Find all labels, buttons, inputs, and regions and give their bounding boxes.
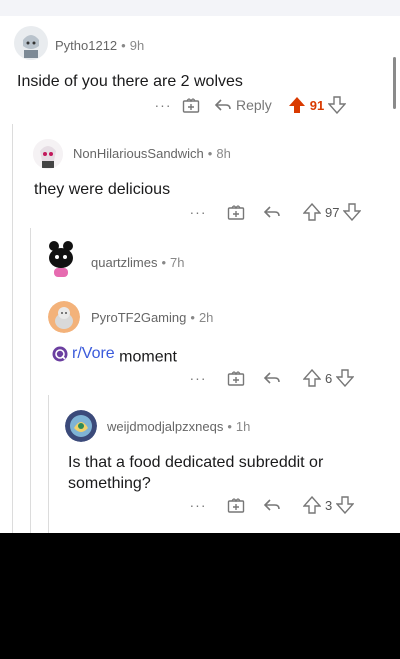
downvote-icon[interactable] bbox=[343, 203, 362, 221]
upvote-icon[interactable] bbox=[303, 496, 321, 514]
avatar[interactable] bbox=[48, 301, 80, 333]
comment-author[interactable]: Pytho1212 bbox=[55, 38, 117, 53]
upvote-icon[interactable] bbox=[288, 96, 306, 114]
upvote-icon[interactable] bbox=[303, 203, 321, 221]
reply-arrow-icon bbox=[214, 99, 231, 111]
reply-arrow-icon[interactable] bbox=[263, 498, 281, 512]
letterbox-area bbox=[0, 533, 400, 659]
more-button[interactable]: ··· bbox=[150, 97, 176, 113]
avatar[interactable] bbox=[33, 139, 63, 169]
comment-age: 8h bbox=[216, 146, 231, 161]
separator: • bbox=[121, 38, 126, 53]
comment-author[interactable]: PyroTF2Gaming bbox=[91, 310, 186, 325]
avatar[interactable] bbox=[44, 240, 78, 278]
downvote-icon[interactable] bbox=[328, 96, 347, 114]
comment-body: they were delicious bbox=[34, 181, 171, 198]
comment-body-line: Is that a food dedicated subreddit or bbox=[68, 454, 324, 471]
comment-body-line: something? bbox=[68, 475, 151, 492]
more-button[interactable]: ··· bbox=[185, 497, 211, 513]
reply-button[interactable]: Reply bbox=[214, 97, 272, 113]
more-button[interactable]: ··· bbox=[185, 204, 211, 220]
thread-line[interactable] bbox=[30, 228, 31, 533]
comment-age: 7h bbox=[170, 255, 185, 270]
downvote-icon[interactable] bbox=[336, 369, 355, 387]
thread-line[interactable] bbox=[12, 124, 13, 533]
status-strip bbox=[0, 0, 400, 16]
award-icon[interactable] bbox=[176, 97, 206, 113]
reply-arrow-icon[interactable] bbox=[263, 371, 281, 385]
award-icon[interactable] bbox=[221, 497, 251, 513]
comment-author[interactable]: NonHilariousSandwich bbox=[73, 146, 204, 161]
comment-body: Inside of you there are 2 wolves bbox=[17, 73, 243, 90]
subreddit-icon bbox=[52, 346, 68, 361]
thread-line[interactable] bbox=[48, 395, 49, 533]
comment-author[interactable]: quartzlimes bbox=[91, 255, 157, 270]
comment-thread: Pytho1212 • 9h Inside of you there are 2… bbox=[0, 0, 400, 533]
comment-age: 2h bbox=[198, 310, 214, 325]
vote-score: 3 bbox=[325, 497, 333, 513]
comment-body: r/Vore moment bbox=[52, 343, 177, 368]
vote-score: 6 bbox=[325, 370, 333, 386]
vote-score: 91 bbox=[309, 97, 325, 113]
award-icon[interactable] bbox=[221, 370, 251, 386]
reply-arrow-icon[interactable] bbox=[263, 205, 281, 219]
subreddit-name[interactable]: r/Vore bbox=[72, 343, 115, 364]
comment-body: Is that a food dedicated subreddit or so… bbox=[68, 452, 323, 494]
downvote-icon[interactable] bbox=[336, 496, 355, 514]
subreddit-link[interactable]: r/Vore bbox=[52, 343, 115, 364]
comment-body-rest: moment bbox=[114, 348, 177, 366]
comment-age: 1h bbox=[235, 419, 251, 434]
separator: • bbox=[161, 255, 167, 270]
award-icon[interactable] bbox=[221, 204, 251, 220]
more-button[interactable]: ··· bbox=[185, 370, 211, 386]
avatar[interactable] bbox=[65, 410, 97, 442]
upvote-icon[interactable] bbox=[303, 369, 321, 387]
comment-author[interactable]: weijdmodjalpzxneqs bbox=[107, 419, 223, 434]
vote-score: 97 bbox=[325, 204, 340, 220]
comment-age: 9h bbox=[129, 38, 145, 53]
separator: • bbox=[207, 146, 213, 161]
separator: • bbox=[190, 310, 195, 325]
separator: • bbox=[227, 419, 232, 434]
avatar[interactable] bbox=[14, 26, 48, 60]
scrollbar[interactable] bbox=[393, 57, 396, 109]
reply-label: Reply bbox=[236, 97, 272, 113]
